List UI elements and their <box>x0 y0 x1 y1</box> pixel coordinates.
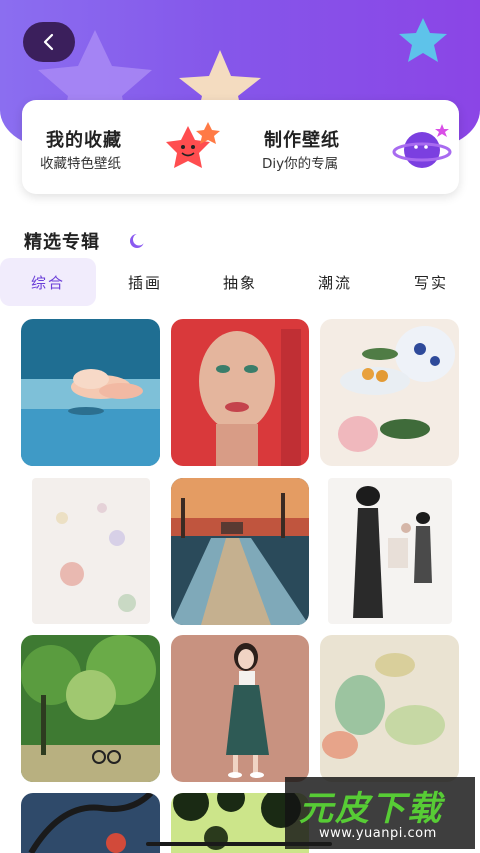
wallpaper-tree-branch[interactable] <box>21 793 160 853</box>
wallpaper-porcelain-floral[interactable] <box>320 319 459 466</box>
feature-cards: 我的收藏 收藏特色壁纸 制作壁纸 Diy你的专属 <box>22 100 459 194</box>
blue-star-decoration-icon <box>399 18 447 62</box>
star-face-icon <box>166 122 220 168</box>
wallpaper-sky-whale[interactable] <box>21 319 160 466</box>
section-title: 精选专辑 <box>24 232 100 253</box>
make-wallpaper-card[interactable]: 制作壁纸 Diy你的专属 <box>240 100 459 194</box>
favorites-title: 我的收藏 <box>46 130 122 151</box>
watermark-title: 元皮下载 <box>299 789 443 829</box>
wallpaper-app-screen: 我的收藏 收藏特色壁纸 制作壁纸 Diy你的专属 精选专辑 综合 插画 抽象 潮… <box>0 0 480 853</box>
favorites-subtitle: 收藏特色壁纸 <box>40 156 121 172</box>
wallpaper-snowy-road[interactable] <box>171 478 309 625</box>
favorites-card[interactable]: 我的收藏 收藏特色壁纸 <box>22 100 240 194</box>
wallpaper-girl-green-dress[interactable] <box>171 635 309 782</box>
category-tabs: 综合 插画 抽象 潮流 写实 <box>0 258 480 308</box>
planet-icon <box>392 124 452 168</box>
back-button[interactable] <box>23 22 75 62</box>
watermark-url: www.yuanpi.com <box>319 826 437 841</box>
wallpaper-green-forest[interactable] <box>21 635 160 782</box>
chevron-left-icon <box>43 33 54 51</box>
wallpaper-abstract-watercolor[interactable] <box>32 478 150 624</box>
wallpaper-abstract-green-wash[interactable] <box>320 635 459 782</box>
tab-comprehensive[interactable]: 综合 <box>0 258 96 306</box>
tab-realistic[interactable]: 写实 <box>396 258 466 306</box>
make-wallpaper-subtitle: Diy你的专属 <box>262 156 339 172</box>
tab-illustration[interactable]: 插画 <box>110 258 180 306</box>
site-watermark: 元皮下载 www.yuanpi.com <box>285 777 475 849</box>
make-wallpaper-title: 制作壁纸 <box>264 130 340 151</box>
wallpaper-red-portrait[interactable] <box>171 319 309 466</box>
tab-abstract[interactable]: 抽象 <box>205 258 275 306</box>
crescent-icon <box>130 233 145 248</box>
tab-trend[interactable]: 潮流 <box>300 258 370 306</box>
home-indicator[interactable] <box>146 842 332 846</box>
wallpaper-ink-figures[interactable] <box>328 478 452 624</box>
